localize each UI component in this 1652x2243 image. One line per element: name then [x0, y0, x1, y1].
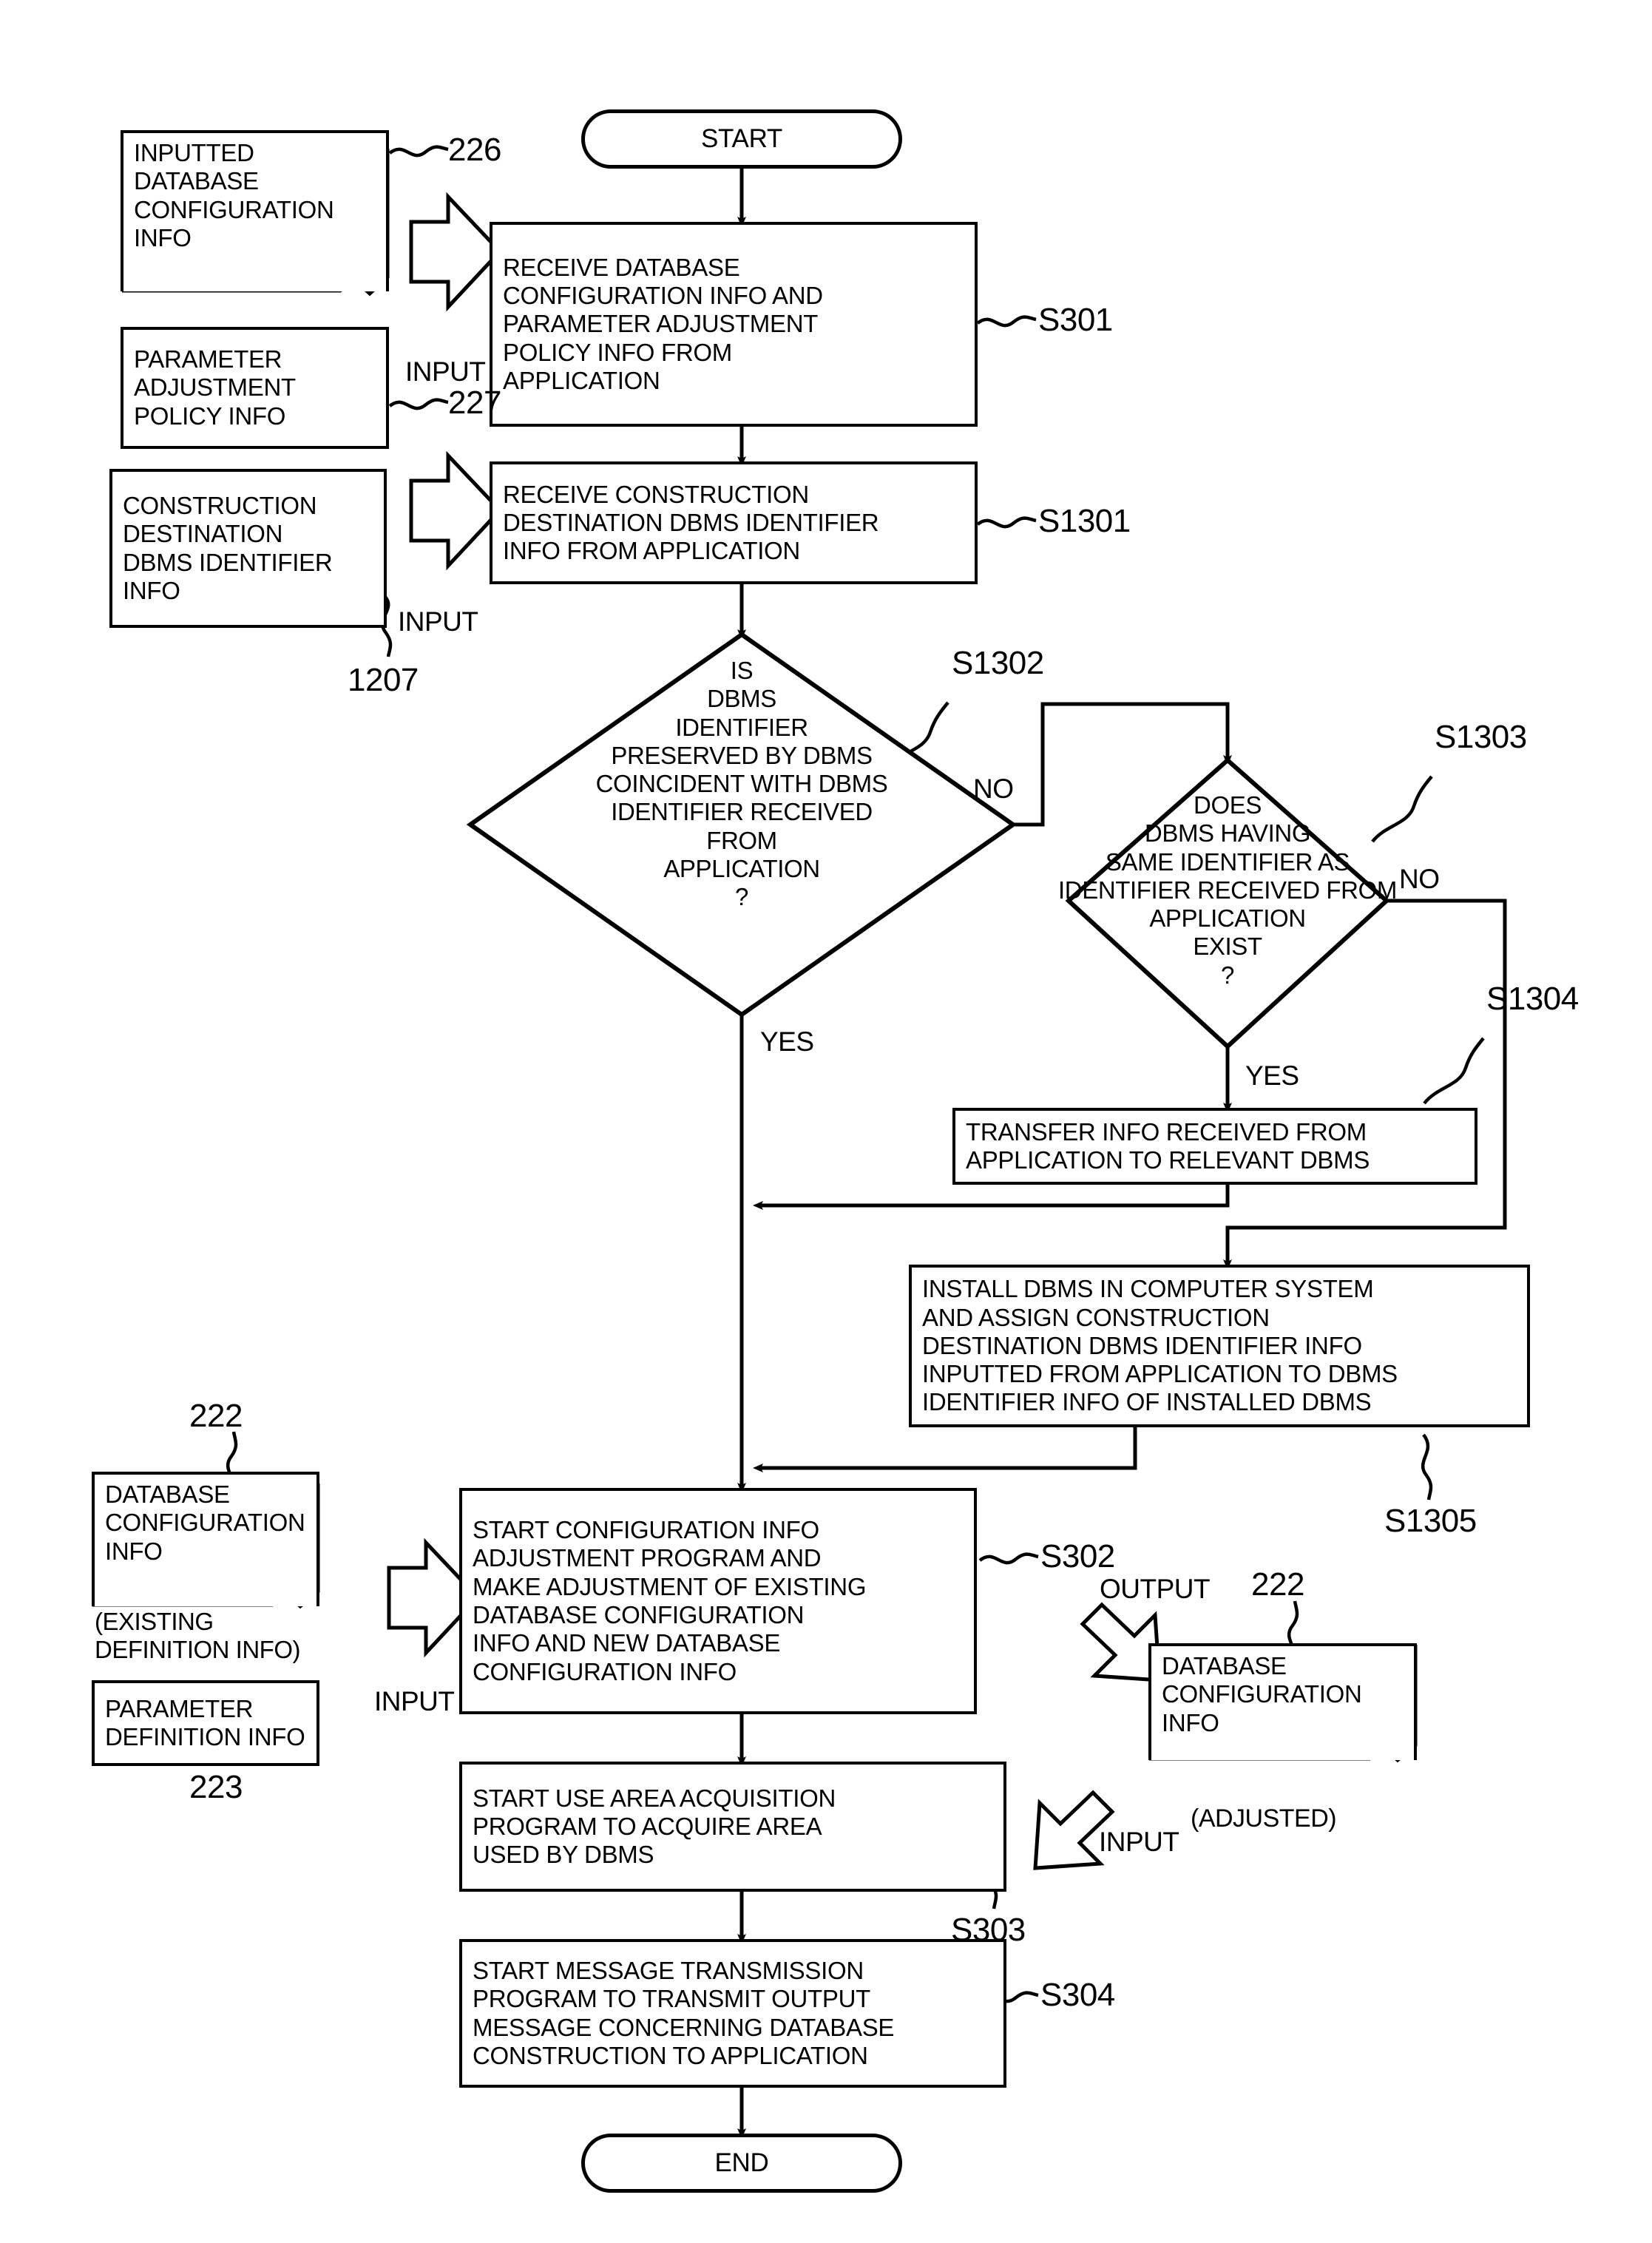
- process-s1305: INSTALL DBMS IN COMPUTER SYSTEM AND ASSI…: [909, 1265, 1530, 1427]
- numeral-s1303: S1303: [1435, 719, 1527, 755]
- process-s1304: TRANSFER INFO RECEIVED FROM APPLICATION …: [952, 1108, 1477, 1185]
- process-s303: START USE AREA ACQUISITION PROGRAM TO AC…: [459, 1762, 1006, 1892]
- flow-label-input-2: INPUT: [398, 606, 478, 637]
- data-object-1207-text: CONSTRUCTION DESTINATION DBMS IDENTIFIER…: [123, 491, 333, 604]
- data-object-226: INPUTTED DATABASE CONFIGURATION INFO: [121, 130, 389, 291]
- flow-label-input-3: INPUT: [374, 1686, 455, 1716]
- numeral-s303: S303: [951, 1912, 1026, 1948]
- branch-label-s1302-no: NO: [973, 774, 1014, 804]
- numeral-223: 223: [189, 1769, 243, 1805]
- data-object-1207: CONSTRUCTION DESTINATION DBMS IDENTIFIER…: [109, 469, 387, 628]
- numeral-226: 226: [448, 132, 501, 168]
- process-s1305-text: INSTALL DBMS IN COMPUTER SYSTEM AND ASSI…: [922, 1275, 1398, 1416]
- process-s1301-text: RECEIVE CONSTRUCTION DESTINATION DBMS ID…: [503, 480, 879, 565]
- process-s1304-text: TRANSFER INFO RECEIVED FROM APPLICATION …: [966, 1117, 1370, 1174]
- process-s1301: RECEIVE CONSTRUCTION DESTINATION DBMS ID…: [490, 461, 978, 584]
- terminator-start: START: [581, 109, 902, 169]
- terminator-end: END: [581, 2134, 902, 2193]
- flow-label-input-4: INPUT: [1099, 1827, 1179, 1857]
- numeral-s1301: S1301: [1038, 503, 1131, 539]
- numeral-222-existing: 222: [189, 1398, 243, 1434]
- data-object-222-adjusted: DATABASE CONFIGURATION INFO: [1148, 1643, 1417, 1760]
- flow-label-output-1: OUTPUT: [1100, 1574, 1211, 1604]
- branch-label-s1303-yes: YES: [1245, 1060, 1299, 1091]
- data-object-222-existing: DATABASE CONFIGURATION INFO: [92, 1472, 319, 1606]
- numeral-s1304: S1304: [1486, 981, 1579, 1017]
- decision-s1302-text: IS DBMS IDENTIFIER PRESERVED BY DBMS COI…: [595, 657, 888, 911]
- data-object-226-text: INPUTTED DATABASE CONFIGURATION INFO: [134, 139, 334, 251]
- terminator-end-label: END: [714, 2148, 769, 2177]
- data-object-223: PARAMETER DEFINITION INFO: [92, 1680, 319, 1766]
- process-s301-text: RECEIVE DATABASE CONFIGURATION INFO AND …: [503, 253, 823, 394]
- data-object-222-existing-text: DATABASE CONFIGURATION INFO: [105, 1481, 305, 1565]
- process-s302-text: START CONFIGURATION INFO ADJUSTMENT PROG…: [473, 1516, 867, 1685]
- numeral-s302: S302: [1040, 1538, 1115, 1574]
- numeral-222-adjusted: 222: [1251, 1566, 1304, 1603]
- numeral-s301: S301: [1038, 302, 1113, 338]
- data-object-227-text: PARAMETER ADJUSTMENT POLICY INFO: [134, 345, 296, 430]
- flow-label-input-1: INPUT: [405, 356, 486, 387]
- numeral-1207: 1207: [348, 662, 419, 698]
- numeral-s1305: S1305: [1384, 1503, 1477, 1539]
- process-s302: START CONFIGURATION INFO ADJUSTMENT PROG…: [459, 1488, 977, 1714]
- data-object-223-text: PARAMETER DEFINITION INFO: [105, 1694, 305, 1750]
- terminator-start-label: START: [701, 124, 782, 153]
- process-s301: RECEIVE DATABASE CONFIGURATION INFO AND …: [490, 222, 978, 427]
- data-object-227: PARAMETER ADJUSTMENT POLICY INFO: [121, 327, 389, 449]
- numeral-s1302: S1302: [952, 645, 1044, 681]
- patent-figure-canvas: START END RECEIVE DATABASE CONFIGURATION…: [0, 0, 1652, 2243]
- data-object-222-existing-qualifier: (EXISTING DEFINITION INFO): [95, 1608, 300, 1664]
- process-s304: START MESSAGE TRANSMISSION PROGRAM TO TR…: [459, 1939, 1006, 2088]
- numeral-227: 227: [448, 385, 501, 421]
- branch-label-s1302-yes: YES: [760, 1026, 814, 1057]
- process-s304-text: START MESSAGE TRANSMISSION PROGRAM TO TR…: [473, 1956, 895, 2069]
- decision-s1303-text: DOES DBMS HAVING SAME IDENTIFIER AS IDEN…: [1058, 791, 1397, 989]
- numeral-s304: S304: [1040, 1977, 1115, 2013]
- process-s303-text: START USE AREA ACQUISITION PROGRAM TO AC…: [473, 1784, 836, 1869]
- branch-label-s1303-no: NO: [1399, 864, 1440, 894]
- data-object-222-adjusted-qualifier: (ADJUSTED): [1191, 1804, 1337, 1833]
- data-object-222-adjusted-text: DATABASE CONFIGURATION INFO: [1162, 1652, 1362, 1736]
